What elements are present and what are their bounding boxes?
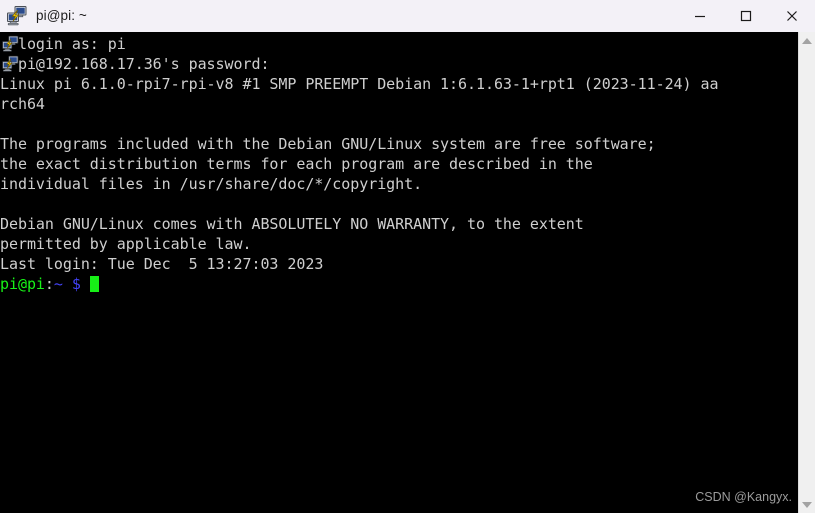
minimize-button[interactable] (677, 0, 723, 32)
window-body: login as: pi pi@192.168.17.36's password… (0, 32, 815, 513)
terminal-line: The programs included with the Debian GN… (0, 135, 656, 153)
vertical-scrollbar[interactable] (798, 32, 815, 513)
putty-icon (1, 55, 20, 73)
terminal-line: Last login: Tue Dec 5 13:27:03 2023 (0, 255, 324, 273)
window-controls (677, 0, 815, 32)
terminal-line: login as: pi (0, 35, 126, 53)
scrollbar-thumb[interactable] (799, 49, 815, 496)
terminal-output-area[interactable]: login as: pi pi@192.168.17.36's password… (0, 32, 798, 513)
close-button[interactable] (769, 0, 815, 32)
putty-icon (6, 5, 28, 27)
scroll-up-arrow-icon[interactable] (799, 32, 815, 49)
block-cursor (89, 276, 99, 292)
putty-terminal-window: pi@pi: ~ login as: pi pi@192.168.17.36's… (0, 0, 815, 513)
window-title: pi@pi: ~ (36, 8, 87, 23)
terminal-line: the exact distribution terms for each pr… (0, 155, 593, 173)
putty-icon (1, 35, 20, 53)
terminal-line: rch64 (0, 95, 45, 113)
terminal-line: pi@192.168.17.36's password: (0, 55, 270, 73)
title-bar[interactable]: pi@pi: ~ (0, 0, 815, 32)
terminal-line: permitted by applicable law. (0, 235, 252, 253)
terminal-line: Debian GNU/Linux comes with ABSOLUTELY N… (0, 215, 584, 233)
terminal-line: Linux pi 6.1.0-rpi7-rpi-v8 #1 SMP PREEMP… (0, 75, 719, 93)
prompt-symbol: $ (71, 275, 81, 293)
watermark-text: CSDN @Kangyx. (695, 490, 792, 504)
scrollbar-track[interactable] (799, 49, 815, 496)
prompt-user-host: pi@pi (0, 275, 45, 293)
prompt-separator: : (44, 275, 54, 293)
prompt-path: ~ (53, 275, 63, 293)
maximize-button[interactable] (723, 0, 769, 32)
terminal-line: individual files in /usr/share/doc/*/cop… (0, 175, 423, 193)
terminal-prompt-line[interactable]: pi@pi:~ $ (0, 274, 798, 294)
prompt-space-2 (81, 275, 90, 293)
scroll-down-arrow-icon[interactable] (799, 496, 815, 513)
